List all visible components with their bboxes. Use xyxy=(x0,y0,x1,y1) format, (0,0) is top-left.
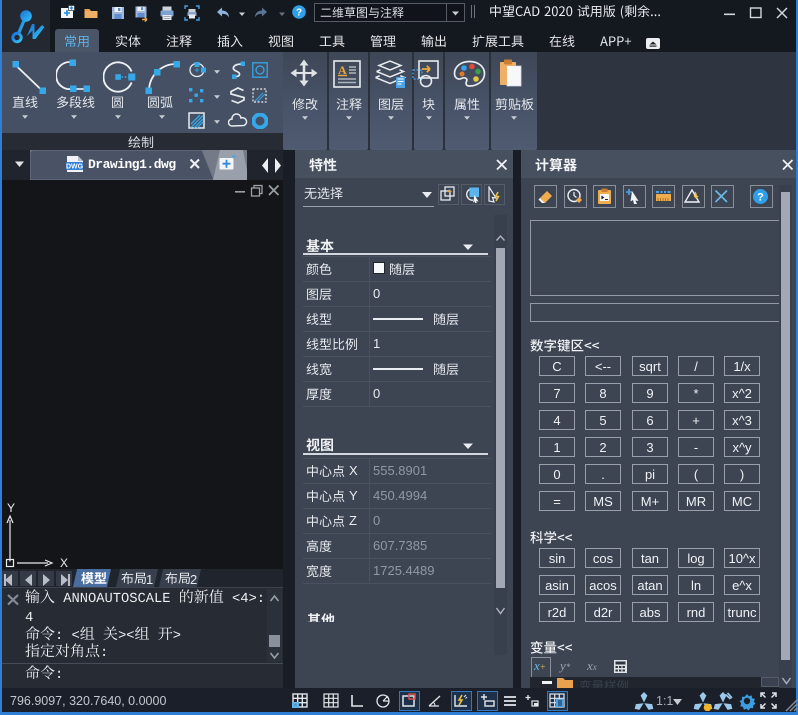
svg-text:Y: Y xyxy=(7,501,15,515)
svg-text:?: ? xyxy=(296,8,302,19)
svg-text:?: ? xyxy=(757,192,764,204)
svg-text:DWG: DWG xyxy=(66,164,84,171)
svg-text:X: X xyxy=(60,556,68,570)
